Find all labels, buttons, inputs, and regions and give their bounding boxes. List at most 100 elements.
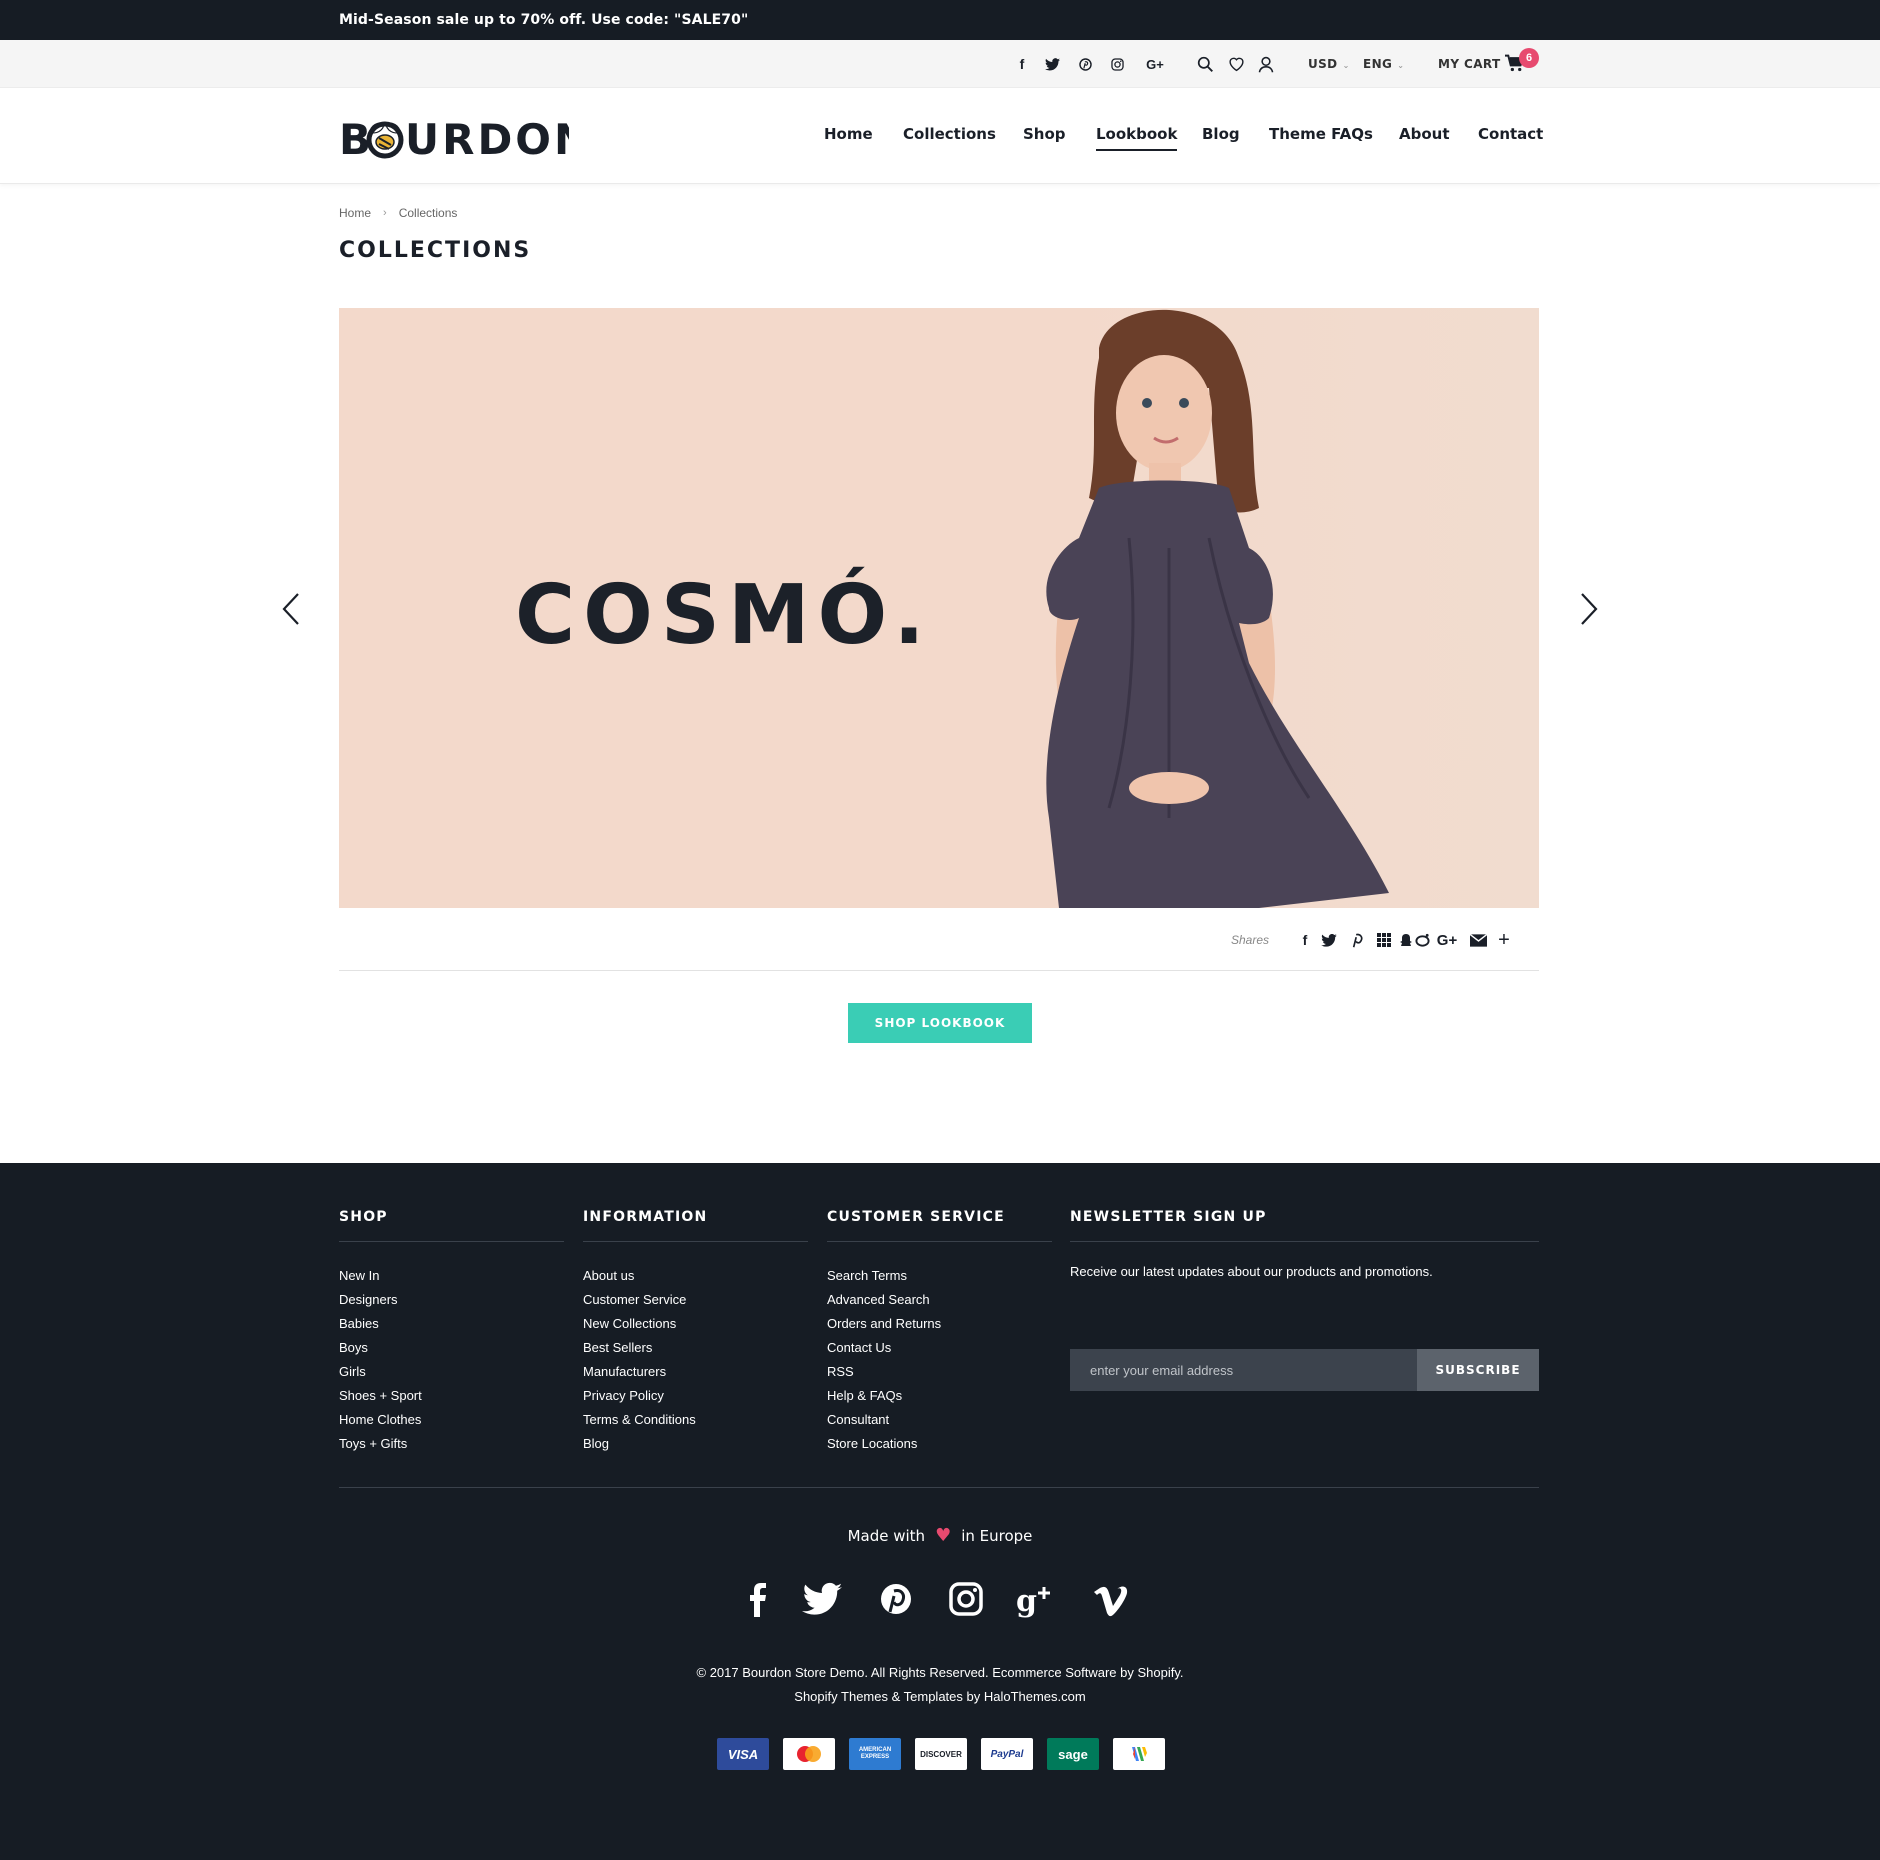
share-more-plus-icon[interactable]: + — [1495, 929, 1513, 951]
nav-blog[interactable]: Blog — [1202, 125, 1240, 143]
share-reddit-icon[interactable] — [1413, 931, 1431, 949]
footer-shop-title: SHOP — [339, 1209, 564, 1242]
twitter-icon[interactable] — [1042, 54, 1062, 74]
mastercard-payment-icon — [783, 1738, 835, 1770]
cart-label[interactable]: MY CART — [1438, 57, 1501, 71]
facebook-icon[interactable]: f — [1012, 54, 1032, 74]
footer-link[interactable]: Babies — [339, 1312, 564, 1336]
google-plus-icon[interactable]: G+ — [1142, 54, 1168, 74]
share-pinterest-icon[interactable] — [1348, 931, 1366, 949]
shares-label: Shares — [1230, 933, 1269, 947]
newsletter-email-input[interactable] — [1070, 1349, 1417, 1391]
footer-link[interactable]: Terms & Conditions — [583, 1408, 808, 1432]
share-bar: Shares f G+ + — [339, 927, 1539, 971]
copyright-line-1: © 2017 Bourdon Store Demo. All Rights Re… — [696, 1665, 1184, 1680]
announcement-bar: Mid-Season sale up to 70% off. Use code:… — [0, 0, 1880, 40]
nav-home[interactable]: Home — [824, 125, 873, 143]
paypal-payment-icon: PayPal — [981, 1738, 1033, 1770]
chevron-right-icon: › — [383, 207, 387, 219]
nav-shop[interactable]: Shop — [1023, 125, 1066, 143]
footer-link[interactable]: Privacy Policy — [583, 1384, 808, 1408]
footer-shop-column: SHOP New In Designers Babies Boys Girls … — [339, 1209, 564, 1456]
utility-bar: f G+ USD ⌄ ENG ⌄ MY CART 6 — [0, 40, 1880, 88]
footer-information-title: INFORMATION — [583, 1209, 808, 1242]
wishlist-heart-icon[interactable] — [1226, 54, 1246, 74]
share-grid-icon[interactable] — [1375, 931, 1393, 949]
footer-instagram-icon[interactable] — [944, 1577, 988, 1621]
footer-link[interactable]: Consultant — [827, 1408, 1052, 1432]
footer-link[interactable]: About us — [583, 1264, 808, 1288]
footer-twitter-icon[interactable] — [800, 1577, 844, 1621]
nav-about[interactable]: About — [1399, 125, 1450, 143]
footer-link[interactable]: Toys + Gifts — [339, 1432, 564, 1456]
made-with-text: Made with — [847, 1527, 926, 1545]
newsletter-form: SUBSCRIBE — [1070, 1349, 1539, 1391]
footer-link[interactable]: Boys — [339, 1336, 564, 1360]
footer-newsletter-column: NEWSLETTER SIGN UP Receive our latest up… — [1070, 1209, 1539, 1391]
footer-link[interactable]: New Collections — [583, 1312, 808, 1336]
search-icon[interactable] — [1195, 54, 1215, 74]
footer-link[interactable]: Blog — [583, 1432, 808, 1456]
footer-link[interactable]: New In — [339, 1264, 564, 1288]
footer-link[interactable]: Help & FAQs — [827, 1384, 1052, 1408]
breadcrumb-current: Collections — [398, 206, 458, 220]
footer-link[interactable]: Orders and Returns — [827, 1312, 1052, 1336]
svg-text:g: g — [1016, 1584, 1037, 1619]
footer-link[interactable]: Best Sellers — [583, 1336, 808, 1360]
footer-information-column: INFORMATION About us Customer Service Ne… — [583, 1209, 808, 1456]
cart-count-badge: 6 — [1519, 48, 1539, 68]
footer-link[interactable]: Girls — [339, 1360, 564, 1384]
main-header: B URDON Home Collections Shop Lookbook B… — [0, 88, 1880, 184]
nav-theme-faqs[interactable]: Theme FAQs — [1269, 125, 1373, 143]
share-google-plus-icon[interactable]: G+ — [1434, 931, 1460, 949]
heart-icon: ♥ — [935, 1525, 952, 1546]
footer-divider — [339, 1487, 1539, 1488]
account-icon[interactable] — [1256, 54, 1276, 74]
pinterest-icon[interactable] — [1075, 54, 1095, 74]
footer-link[interactable]: Search Terms — [827, 1264, 1052, 1288]
share-twitter-icon[interactable] — [1320, 931, 1338, 949]
announcement-text: Mid-Season sale up to 70% off. Use code:… — [339, 12, 749, 28]
page-title: COLLECTIONS — [339, 238, 532, 263]
slider-next-arrow-icon[interactable] — [1576, 592, 1600, 626]
footer-google-plus-icon[interactable]: g — [1014, 1577, 1058, 1621]
footer-link[interactable]: Designers — [339, 1288, 564, 1312]
footer-link[interactable]: Advanced Search — [827, 1288, 1052, 1312]
hero-brand-title: COSMÓ. — [515, 568, 933, 663]
share-facebook-icon[interactable]: f — [1296, 931, 1314, 949]
made-in-text: in Europe — [961, 1527, 1033, 1545]
footer-link[interactable]: Shoes + Sport — [339, 1384, 564, 1408]
site-footer: SHOP New In Designers Babies Boys Girls … — [0, 1163, 1880, 1860]
nav-collections[interactable]: Collections — [903, 125, 996, 143]
footer-customer-service-title: CUSTOMER SERVICE — [827, 1209, 1052, 1242]
share-email-icon[interactable] — [1469, 931, 1487, 949]
lookbook-hero-banner[interactable]: COSMÓ. — [339, 308, 1539, 908]
amex-payment-icon: AMERICAN EXPRESS — [849, 1738, 901, 1770]
sage-payment-icon: sage — [1047, 1738, 1099, 1770]
subscribe-button[interactable]: SUBSCRIBE — [1417, 1349, 1539, 1391]
bourdon-logo[interactable]: B URDON — [339, 108, 569, 164]
footer-link[interactable]: Customer Service — [583, 1288, 808, 1312]
slider-prev-arrow-icon[interactable] — [280, 592, 304, 626]
currency-select[interactable]: USD ⌄ — [1308, 57, 1350, 71]
made-with-line: Made with ♥ in Europe — [0, 1525, 1880, 1546]
nav-lookbook[interactable]: Lookbook — [1096, 125, 1178, 151]
footer-link[interactable]: Manufacturers — [583, 1360, 808, 1384]
discover-payment-icon: DISCOVER — [915, 1738, 967, 1770]
footer-facebook-icon[interactable] — [736, 1577, 780, 1621]
svg-text:URDON: URDON — [405, 115, 569, 164]
footer-link[interactable]: Store Locations — [827, 1432, 1052, 1456]
breadcrumb-home[interactable]: Home — [339, 206, 371, 220]
nav-contact[interactable]: Contact — [1478, 125, 1543, 143]
footer-link[interactable]: Home Clothes — [339, 1408, 564, 1432]
footer-link[interactable]: RSS — [827, 1360, 1052, 1384]
copyright-line-2: Shopify Themes & Templates by HaloThemes… — [794, 1689, 1086, 1704]
shop-lookbook-button[interactable]: SHOP LOOKBOOK — [848, 1003, 1032, 1043]
footer-customer-service-column: CUSTOMER SERVICE Search Terms Advanced S… — [827, 1209, 1052, 1456]
copyright: © 2017 Bourdon Store Demo. All Rights Re… — [0, 1661, 1880, 1709]
language-select[interactable]: ENG ⌄ — [1363, 57, 1404, 71]
footer-vimeo-icon[interactable] — [1090, 1577, 1134, 1621]
instagram-icon[interactable] — [1107, 54, 1127, 74]
footer-link[interactable]: Contact Us — [827, 1336, 1052, 1360]
footer-pinterest-icon[interactable] — [874, 1577, 918, 1621]
